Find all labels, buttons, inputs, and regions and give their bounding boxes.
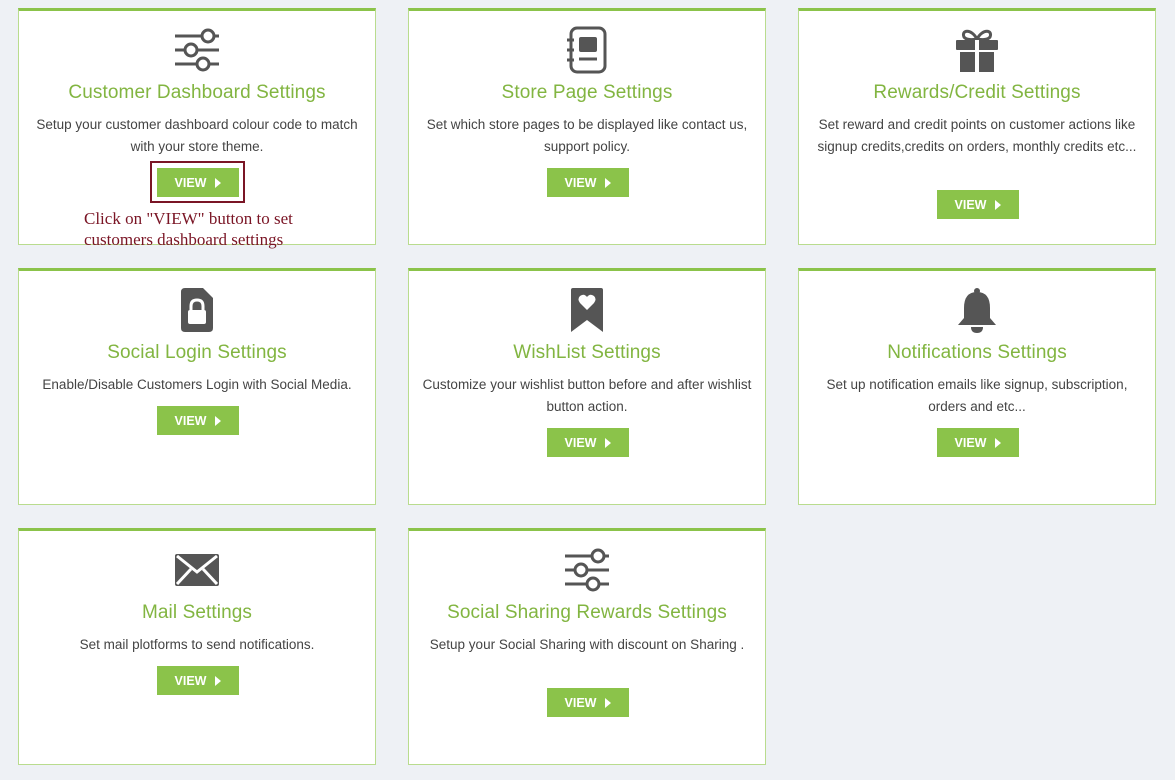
annotation-text: Click on "VIEW" button to set customers … — [84, 209, 293, 249]
card-title: Mail Settings — [141, 602, 253, 623]
card-title: Notifications Settings — [887, 342, 1067, 363]
store-page-icon — [409, 25, 765, 75]
card-title: Social Sharing Rewards Settings — [447, 602, 727, 623]
play-icon — [995, 437, 1002, 448]
card-description: Setup your Social Sharing with discount … — [429, 637, 745, 652]
card-description: Set reward and credit points on customer… — [817, 117, 1137, 154]
card-description: Set mail plotforms to send notifications… — [79, 637, 315, 652]
card-title: Customer Dashboard Settings — [68, 82, 326, 103]
bell-icon — [799, 285, 1155, 335]
play-icon — [605, 177, 612, 188]
view-button-social-login[interactable]: VIEW — [157, 406, 239, 435]
view-button-label: VIEW — [564, 175, 597, 190]
lock-document-icon — [19, 285, 375, 335]
view-button-wishlist[interactable]: VIEW — [547, 428, 629, 457]
play-icon — [215, 415, 222, 426]
envelope-icon — [19, 545, 375, 595]
view-button-label: VIEW — [954, 435, 987, 450]
sliders-icon — [409, 545, 765, 595]
sliders-icon — [19, 25, 375, 75]
play-icon — [605, 437, 612, 448]
card-store-page: Store Page Settings Set which store page… — [408, 8, 766, 245]
view-button-label: VIEW — [564, 435, 597, 450]
view-button-label: VIEW — [174, 413, 207, 428]
card-social-sharing: Social Sharing Rewards Settings Setup yo… — [408, 528, 766, 765]
play-icon — [215, 675, 222, 686]
heart-bookmark-icon — [409, 285, 765, 335]
view-button-rewards-credit[interactable]: VIEW — [937, 190, 1019, 219]
card-description: Customize your wishlist button before an… — [422, 377, 752, 414]
card-title: Rewards/Credit Settings — [873, 82, 1081, 103]
card-rewards-credit: Rewards/Credit Settings Set reward and c… — [798, 8, 1156, 245]
card-description: Set up notification emails like signup, … — [826, 377, 1128, 414]
card-title: WishList Settings — [513, 342, 661, 363]
card-title: Store Page Settings — [501, 82, 673, 103]
card-title: Social Login Settings — [107, 342, 287, 363]
card-notifications: Notifications Settings Set up notificati… — [798, 268, 1156, 505]
play-icon — [605, 697, 612, 708]
play-icon — [995, 199, 1002, 210]
card-description: Setup your customer dashboard colour cod… — [36, 117, 358, 154]
view-button-label: VIEW — [954, 197, 987, 212]
view-button-store-page[interactable]: VIEW — [547, 168, 629, 197]
card-social-login: Social Login Settings Enable/Disable Cus… — [18, 268, 376, 505]
card-mail: Mail Settings Set mail plotforms to send… — [18, 528, 376, 765]
card-description: Enable/Disable Customers Login with Soci… — [42, 377, 352, 392]
view-button-highlight-box — [150, 161, 245, 203]
view-button-notifications[interactable]: VIEW — [937, 428, 1019, 457]
view-button-label: VIEW — [564, 695, 597, 710]
card-wishlist: WishList Settings Customize your wishlis… — [408, 268, 766, 505]
card-description: Set which store pages to be displayed li… — [426, 117, 748, 154]
view-button-social-sharing[interactable]: VIEW — [547, 688, 629, 717]
gift-icon — [799, 25, 1155, 75]
view-button-label: VIEW — [174, 673, 207, 688]
view-button-mail[interactable]: VIEW — [157, 666, 239, 695]
